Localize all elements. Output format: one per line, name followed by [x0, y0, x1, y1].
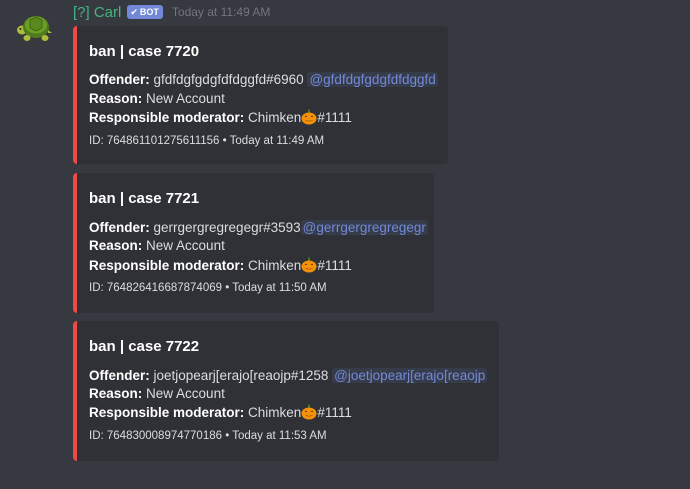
embed-footer: ID: 764830008974770186 • Today at 11:53 … — [89, 430, 327, 442]
moderator-line: Responsible moderator: Chimken #1111 — [89, 404, 352, 420]
embed-case: ban | case 7721 Offender: gerrgergregreg… — [73, 173, 434, 313]
reason-line: Reason: New Account — [89, 386, 225, 401]
moderator-discrim: #1111 — [317, 405, 352, 420]
message-header: [?] Carl ✔ BOT Today at 11:49 AM — [73, 2, 270, 22]
reason-label: Reason: — [89, 91, 143, 106]
moderator-name: Chimken — [248, 405, 302, 420]
offender-label: Offender: — [89, 72, 150, 87]
offender-value: gerrgergregregegr#3593 — [153, 220, 301, 235]
moderator-line: Responsible moderator: Chimken #1111 — [89, 109, 352, 125]
check-icon: ✔ — [130, 6, 138, 17]
reason-label: Reason: — [89, 386, 143, 401]
offender-line: Offender: gfdfdgfgdgfdfdggfd#6960 @gfdfd… — [89, 72, 438, 87]
moderator-discrim: #1111 — [317, 258, 352, 273]
moderator-name: Chimken — [248, 110, 302, 125]
user-mention[interactable]: @gfdfdgfgdgfdfdggfd — [307, 72, 438, 87]
moderator-discrim: #1111 — [317, 110, 352, 125]
offender-label: Offender: — [89, 368, 150, 383]
reason-value: New Account — [146, 386, 225, 401]
offender-label: Offender: — [89, 220, 150, 235]
reason-value: New Account — [146, 91, 225, 106]
moderator-line: Responsible moderator: Chimken #1111 — [89, 257, 352, 273]
user-mention[interactable]: @joetjopearj[erajo[reaojp — [332, 368, 488, 383]
pumpkin-emoji-icon — [301, 404, 317, 420]
reason-line: Reason: New Account — [89, 91, 225, 106]
embed-footer: ID: 764826416687874069 • Today at 11:50 … — [89, 282, 327, 294]
moderator-label: Responsible moderator: — [89, 405, 245, 420]
user-mention[interactable]: @gerrgergregregegr — [300, 220, 428, 235]
author-name[interactable]: [?] Carl — [73, 4, 121, 21]
reason-label: Reason: — [89, 238, 143, 253]
reason-line: Reason: New Account — [89, 238, 225, 253]
bot-tag-label: BOT — [139, 7, 159, 17]
offender-value: joetjopearj[erajo[reaojp#1258 — [153, 368, 329, 383]
embed-title: ban | case 7721 — [89, 190, 200, 207]
moderator-name: Chimken — [248, 258, 302, 273]
embed-title: ban | case 7722 — [89, 338, 200, 355]
embed-case: ban | case 7722 Offender: joetjopearj[er… — [73, 321, 499, 461]
moderator-label: Responsible moderator: — [89, 110, 245, 125]
reason-value: New Account — [146, 238, 225, 253]
embed-footer: ID: 764861101275611156 • Today at 11:49 … — [89, 135, 325, 147]
embed-title: ban | case 7720 — [89, 43, 200, 60]
offender-line: Offender: gerrgergregregegr#3593 @gerrger… — [89, 220, 428, 235]
avatar[interactable] — [14, 6, 54, 46]
turtle-avatar-icon — [14, 6, 54, 46]
offender-value: gfdfdgfgdgfdfdggfd#6960 — [153, 72, 304, 87]
embed-case: ban | case 7720 Offender: gfdfdgfgdgfdfd… — [73, 26, 448, 164]
pumpkin-emoji-icon — [301, 109, 317, 125]
pumpkin-emoji-icon — [301, 257, 317, 273]
moderator-label: Responsible moderator: — [89, 258, 245, 273]
offender-line: Offender: joetjopearj[erajo[reaojp#1258 … — [89, 368, 488, 383]
message-timestamp[interactable]: Today at 11:49 AM — [172, 5, 271, 19]
bot-tag: ✔ BOT — [127, 5, 163, 19]
